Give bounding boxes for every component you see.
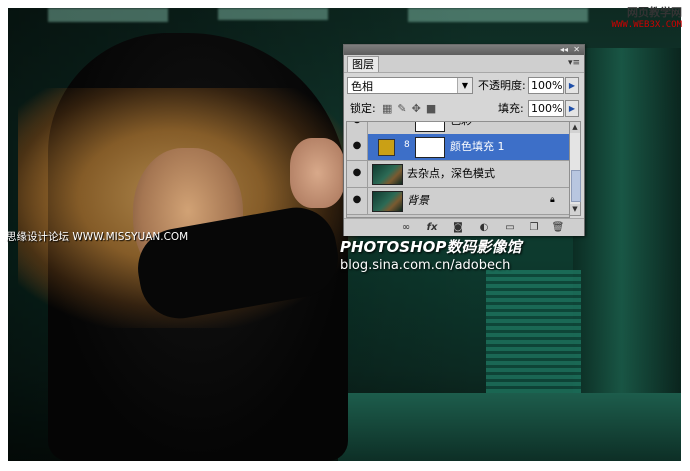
visibility-toggle[interactable]: ● <box>347 188 368 214</box>
subject-hand <box>290 138 345 208</box>
site-name: 网页教学网 <box>627 6 682 19</box>
layer-row[interactable]: ● 背景 🔒︎ <box>347 188 569 215</box>
visibility-toggle[interactable]: ● <box>347 134 368 160</box>
visibility-toggle[interactable]: ● <box>347 122 368 134</box>
background-floor <box>338 393 681 461</box>
forum-watermark: 思缘设计论坛 WWW.MISSYUAN.COM <box>6 231 189 243</box>
eye-icon: ● <box>350 122 364 126</box>
layer-thumbnail[interactable] <box>372 164 403 185</box>
eye-icon: ● <box>352 167 362 178</box>
folder-icon[interactable]: ▭ <box>502 220 518 235</box>
panel-bottom-toolbar: ∞ fx ◙ ◐ ▭ ❐ 🗑︎ <box>344 218 584 236</box>
ceiling-light <box>408 8 588 22</box>
lock-image-icon[interactable]: ✎ <box>397 102 411 115</box>
fill-color-swatch[interactable] <box>378 139 395 156</box>
lock-options: ▦✎✥■ <box>382 100 441 117</box>
ceiling-light <box>218 8 328 20</box>
fx-icon[interactable]: fx <box>424 220 440 235</box>
brand-url: blog.sina.com.cn/adobech <box>340 258 511 273</box>
visibility-toggle[interactable]: ● <box>347 161 368 187</box>
link-icon[interactable]: 8 <box>404 140 410 150</box>
lock-label: 锁定: <box>350 102 376 115</box>
collapse-icon[interactable]: ◂◂ <box>560 45 568 55</box>
site-watermark: 网页教学网 WWW.WEB3X.COM <box>604 6 682 32</box>
lock-position-icon[interactable]: ✥ <box>412 102 426 115</box>
layer-name: 去杂点，深色模式 <box>407 167 495 180</box>
brand-title: PHOTOSHOP数码影像馆 <box>340 238 522 256</box>
scroll-up-icon[interactable]: ▲ <box>570 122 580 133</box>
lock-all-icon[interactable]: ■ <box>426 102 441 115</box>
panel-tab-row: 图层 ▾≡ <box>344 55 584 73</box>
opacity-label: 不透明度: <box>478 79 526 92</box>
eye-icon: ● <box>352 140 362 151</box>
layers-list: ● 色彩 ● 8 颜色填充 1 ● 去杂点，深色模式 ● 背景 🔒︎ <box>346 121 570 218</box>
lock-transparent-icon[interactable]: ▦ <box>382 102 397 115</box>
layer-name: 颜色填充 1 <box>450 140 505 153</box>
layer-mask-thumbnail[interactable] <box>415 137 445 158</box>
fill-arrow-icon[interactable]: ▶ <box>565 100 579 117</box>
fill-input[interactable]: 100% <box>528 100 564 117</box>
layer-mask-thumbnail[interactable] <box>415 122 445 132</box>
blend-mode-value: 色相 <box>351 80 373 93</box>
fill-label: 填充: <box>498 102 524 115</box>
layer-name: 色彩 <box>450 122 472 134</box>
site-url: WWW.WEB3X.COM <box>611 20 682 30</box>
scroll-thumb[interactable] <box>571 170 581 202</box>
opacity-input[interactable]: 100% <box>528 77 564 94</box>
scroll-down-icon[interactable]: ▼ <box>570 204 580 215</box>
layer-row[interactable]: ● 8 颜色填充 1 <box>347 134 569 161</box>
adjustment-icon[interactable]: ◐ <box>476 220 492 235</box>
close-icon[interactable]: ✕ <box>573 45 580 55</box>
tab-layers[interactable]: 图层 <box>347 56 379 72</box>
opacity-arrow-icon[interactable]: ▶ <box>565 77 579 94</box>
panel-menu-icon[interactable]: ▾≡ <box>568 58 580 68</box>
blend-mode-select[interactable]: 色相 ▼ <box>347 77 473 94</box>
layers-panel: ◂◂ ✕ 图层 ▾≡ 色相 ▼ 不透明度: 100% ▶ 锁定: ▦✎✥■ 填充… <box>343 44 585 236</box>
chevron-down-icon[interactable]: ▼ <box>457 78 472 93</box>
panel-titlebar[interactable]: ◂◂ ✕ <box>344 45 584 55</box>
screenshot-stage: 网页教学网 WWW.WEB3X.COM 思缘设计论坛 WWW.MISSYUAN.… <box>0 0 690 471</box>
layers-scrollbar[interactable]: ▲ ▼ <box>569 121 581 216</box>
mask-icon[interactable]: ◙ <box>450 220 466 235</box>
layer-row[interactable]: ● 色彩 <box>347 122 569 135</box>
brand-watermark: PHOTOSHOP数码影像馆 blog.sina.com.cn/adobech <box>340 236 521 273</box>
layer-row[interactable]: ● 去杂点，深色模式 <box>347 161 569 188</box>
link-layers-icon[interactable]: ∞ <box>398 220 414 235</box>
layer-name: 背景 <box>407 194 429 207</box>
trash-icon[interactable]: 🗑︎ <box>550 220 566 235</box>
lock-icon: 🔒︎ <box>550 195 555 205</box>
layer-thumbnail[interactable] <box>372 191 403 212</box>
new-layer-icon[interactable]: ❐ <box>526 220 542 235</box>
eye-icon: ● <box>352 194 362 205</box>
ceiling-light <box>48 8 168 22</box>
